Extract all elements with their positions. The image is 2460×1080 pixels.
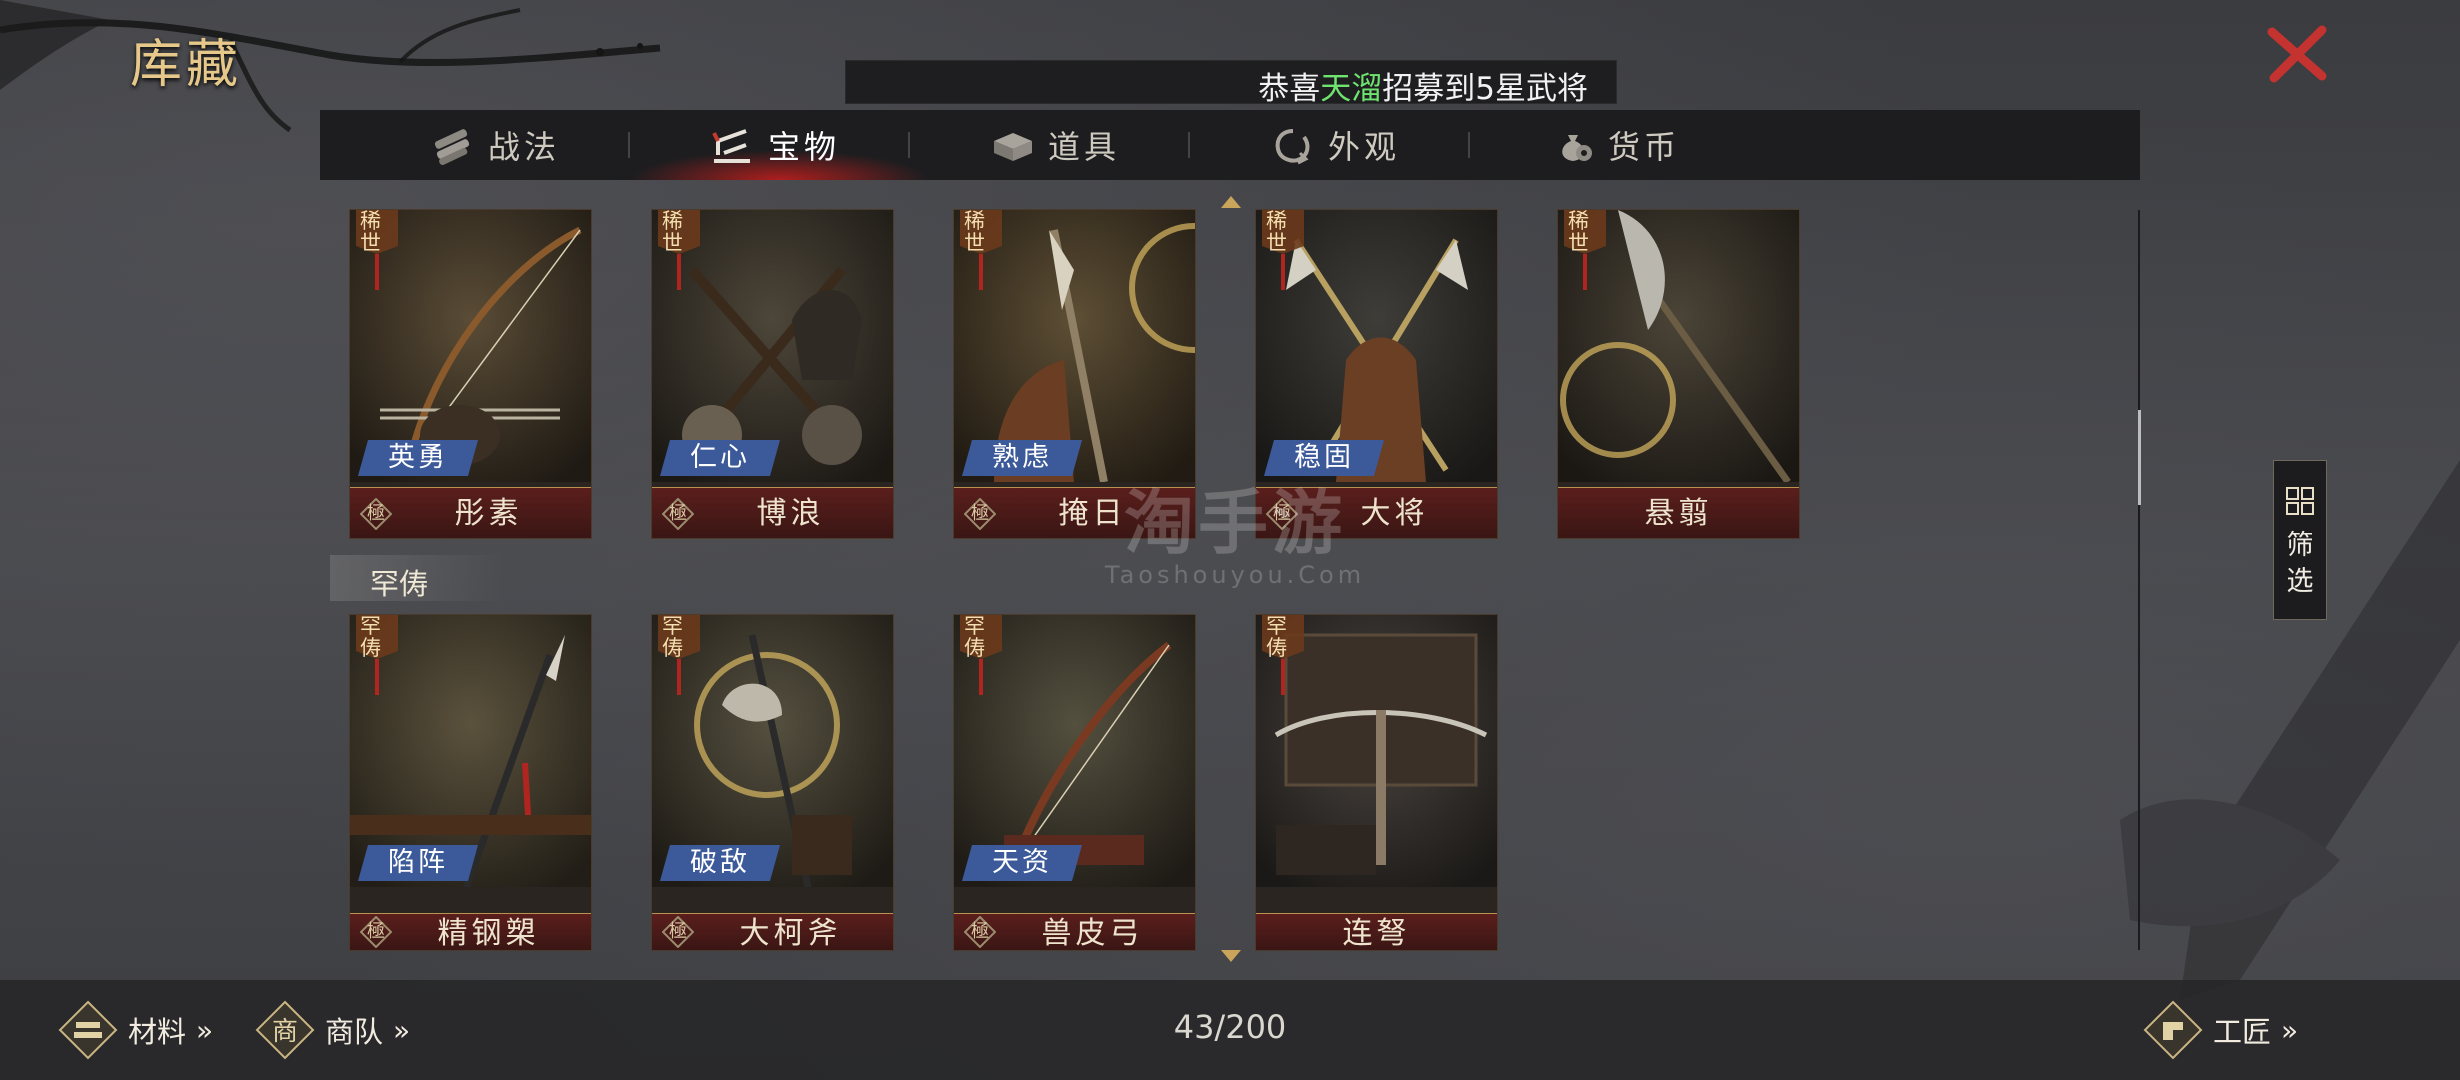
grid-icon	[2286, 487, 2314, 515]
section-label-hanchou: 罕俦	[330, 555, 505, 601]
rarity-tag: 稀世	[656, 210, 702, 294]
ticker-text: 恭喜天溜招募到5星武将	[1258, 63, 1588, 104]
item-name-bar: 连弩	[1256, 913, 1497, 950]
treasure-icon	[712, 129, 750, 163]
treasure-card[interactable]: 稀世 悬翦	[1557, 209, 1800, 539]
rarity-tag: 罕俦	[1260, 615, 1306, 699]
rarity-tag: 稀世	[354, 210, 400, 294]
filter-button[interactable]: 筛 选	[2273, 460, 2327, 620]
rarity-tag: 稀世	[1562, 210, 1608, 294]
attribute-tag: 天资	[962, 845, 1082, 881]
rarity-tag: 稀世	[1260, 210, 1306, 294]
tab-items[interactable]: 道具	[990, 110, 1120, 180]
attribute-tag: 熟虑	[962, 440, 1082, 476]
page-title: 库藏	[130, 35, 243, 95]
money-bag-icon	[1562, 135, 1592, 161]
tab-divider	[628, 132, 630, 158]
artisan-button[interactable]: 工匠 »	[2143, 980, 2298, 1080]
item-name: 连弩	[1342, 916, 1411, 951]
item-name-bar: 極 博浪	[652, 487, 893, 538]
treasure-card[interactable]: 稀世 仁心 極 博浪	[651, 209, 894, 539]
item-name: 精钢槊	[437, 916, 540, 951]
bottom-bar: 材料 » 商 商队 » 43/200 工匠 »	[0, 980, 2460, 1080]
item-name: 彤素	[454, 496, 523, 531]
rarity-tag: 罕俦	[354, 615, 400, 699]
scroll-bundle-icon	[434, 129, 470, 165]
close-icon[interactable]	[2262, 24, 2332, 84]
category-tab-bar: 战法 宝物 道具 外观 货币	[320, 110, 2140, 180]
item-name-bar: 悬翦	[1558, 487, 1799, 538]
storage-counter: 43/200	[1173, 1008, 1287, 1046]
attribute-tag: 英勇	[358, 440, 478, 476]
announcement-ticker: 恭喜天溜招募到5星武将	[845, 60, 1617, 104]
rarity-tag: 罕俦	[958, 615, 1004, 699]
box-icon	[994, 133, 1032, 161]
attribute-tag: 稳固	[1264, 440, 1384, 476]
attribute-tag: 仁心	[660, 440, 780, 476]
rarity-tag: 罕俦	[656, 615, 702, 699]
item-name-bar: 極 大柯斧	[652, 913, 893, 950]
tab-currency[interactable]: 货币	[1550, 110, 1680, 180]
item-name-bar: 極 精钢槊	[350, 913, 591, 950]
watermark: 淘手游 Taoshouyou.Com	[1104, 482, 1366, 589]
treasure-card[interactable]: 罕俦 破敌 極 大柯斧	[651, 614, 894, 951]
attribute-tag: 陷阵	[358, 845, 478, 881]
chevron-right-icon: »	[2281, 1013, 2299, 1047]
artisan-icon	[2143, 1000, 2203, 1060]
tab-label: 外观	[1328, 128, 1401, 166]
treasure-card[interactable]: 罕俦 陷阵 極 精钢槊	[349, 614, 592, 951]
attribute-tag: 破敌	[660, 845, 780, 881]
tab-divider	[908, 132, 910, 158]
item-name: 大柯斧	[739, 916, 842, 951]
tab-label: 货币	[1608, 128, 1681, 166]
tab-tactics[interactable]: 战法	[430, 110, 560, 180]
tab-appearance[interactable]: 外观	[1270, 110, 1400, 180]
item-name-bar: 極 彤素	[350, 487, 591, 538]
rarity-tag: 稀世	[958, 210, 1004, 294]
scrollbar-thumb[interactable]	[2138, 410, 2141, 505]
appearance-icon	[1275, 129, 1310, 165]
item-name: 兽皮弓	[1041, 916, 1144, 951]
tab-divider	[1188, 132, 1190, 158]
ticker-player-name: 天溜	[1320, 71, 1383, 104]
tab-label: 战法	[488, 128, 561, 166]
treasure-card[interactable]: 罕俦 天资 極 兽皮弓	[953, 614, 1196, 951]
tab-label: 道具	[1048, 128, 1121, 166]
ink-sword-decoration	[2120, 460, 2460, 1000]
treasure-card[interactable]: 罕俦 连弩	[1255, 614, 1498, 951]
tab-treasure[interactable]: 宝物	[710, 110, 840, 180]
scroll-down-arrow[interactable]	[1221, 950, 1241, 962]
scrollbar-track[interactable]	[2138, 210, 2140, 950]
scroll-up-arrow[interactable]	[1221, 196, 1241, 208]
tab-divider	[1468, 132, 1470, 158]
item-name: 博浪	[756, 496, 825, 531]
item-name-bar: 極 兽皮弓	[954, 913, 1195, 950]
item-name: 悬翦	[1644, 496, 1713, 531]
tab-label: 宝物	[768, 128, 841, 166]
treasure-card[interactable]: 稀世 英勇 極 彤素	[349, 209, 592, 539]
